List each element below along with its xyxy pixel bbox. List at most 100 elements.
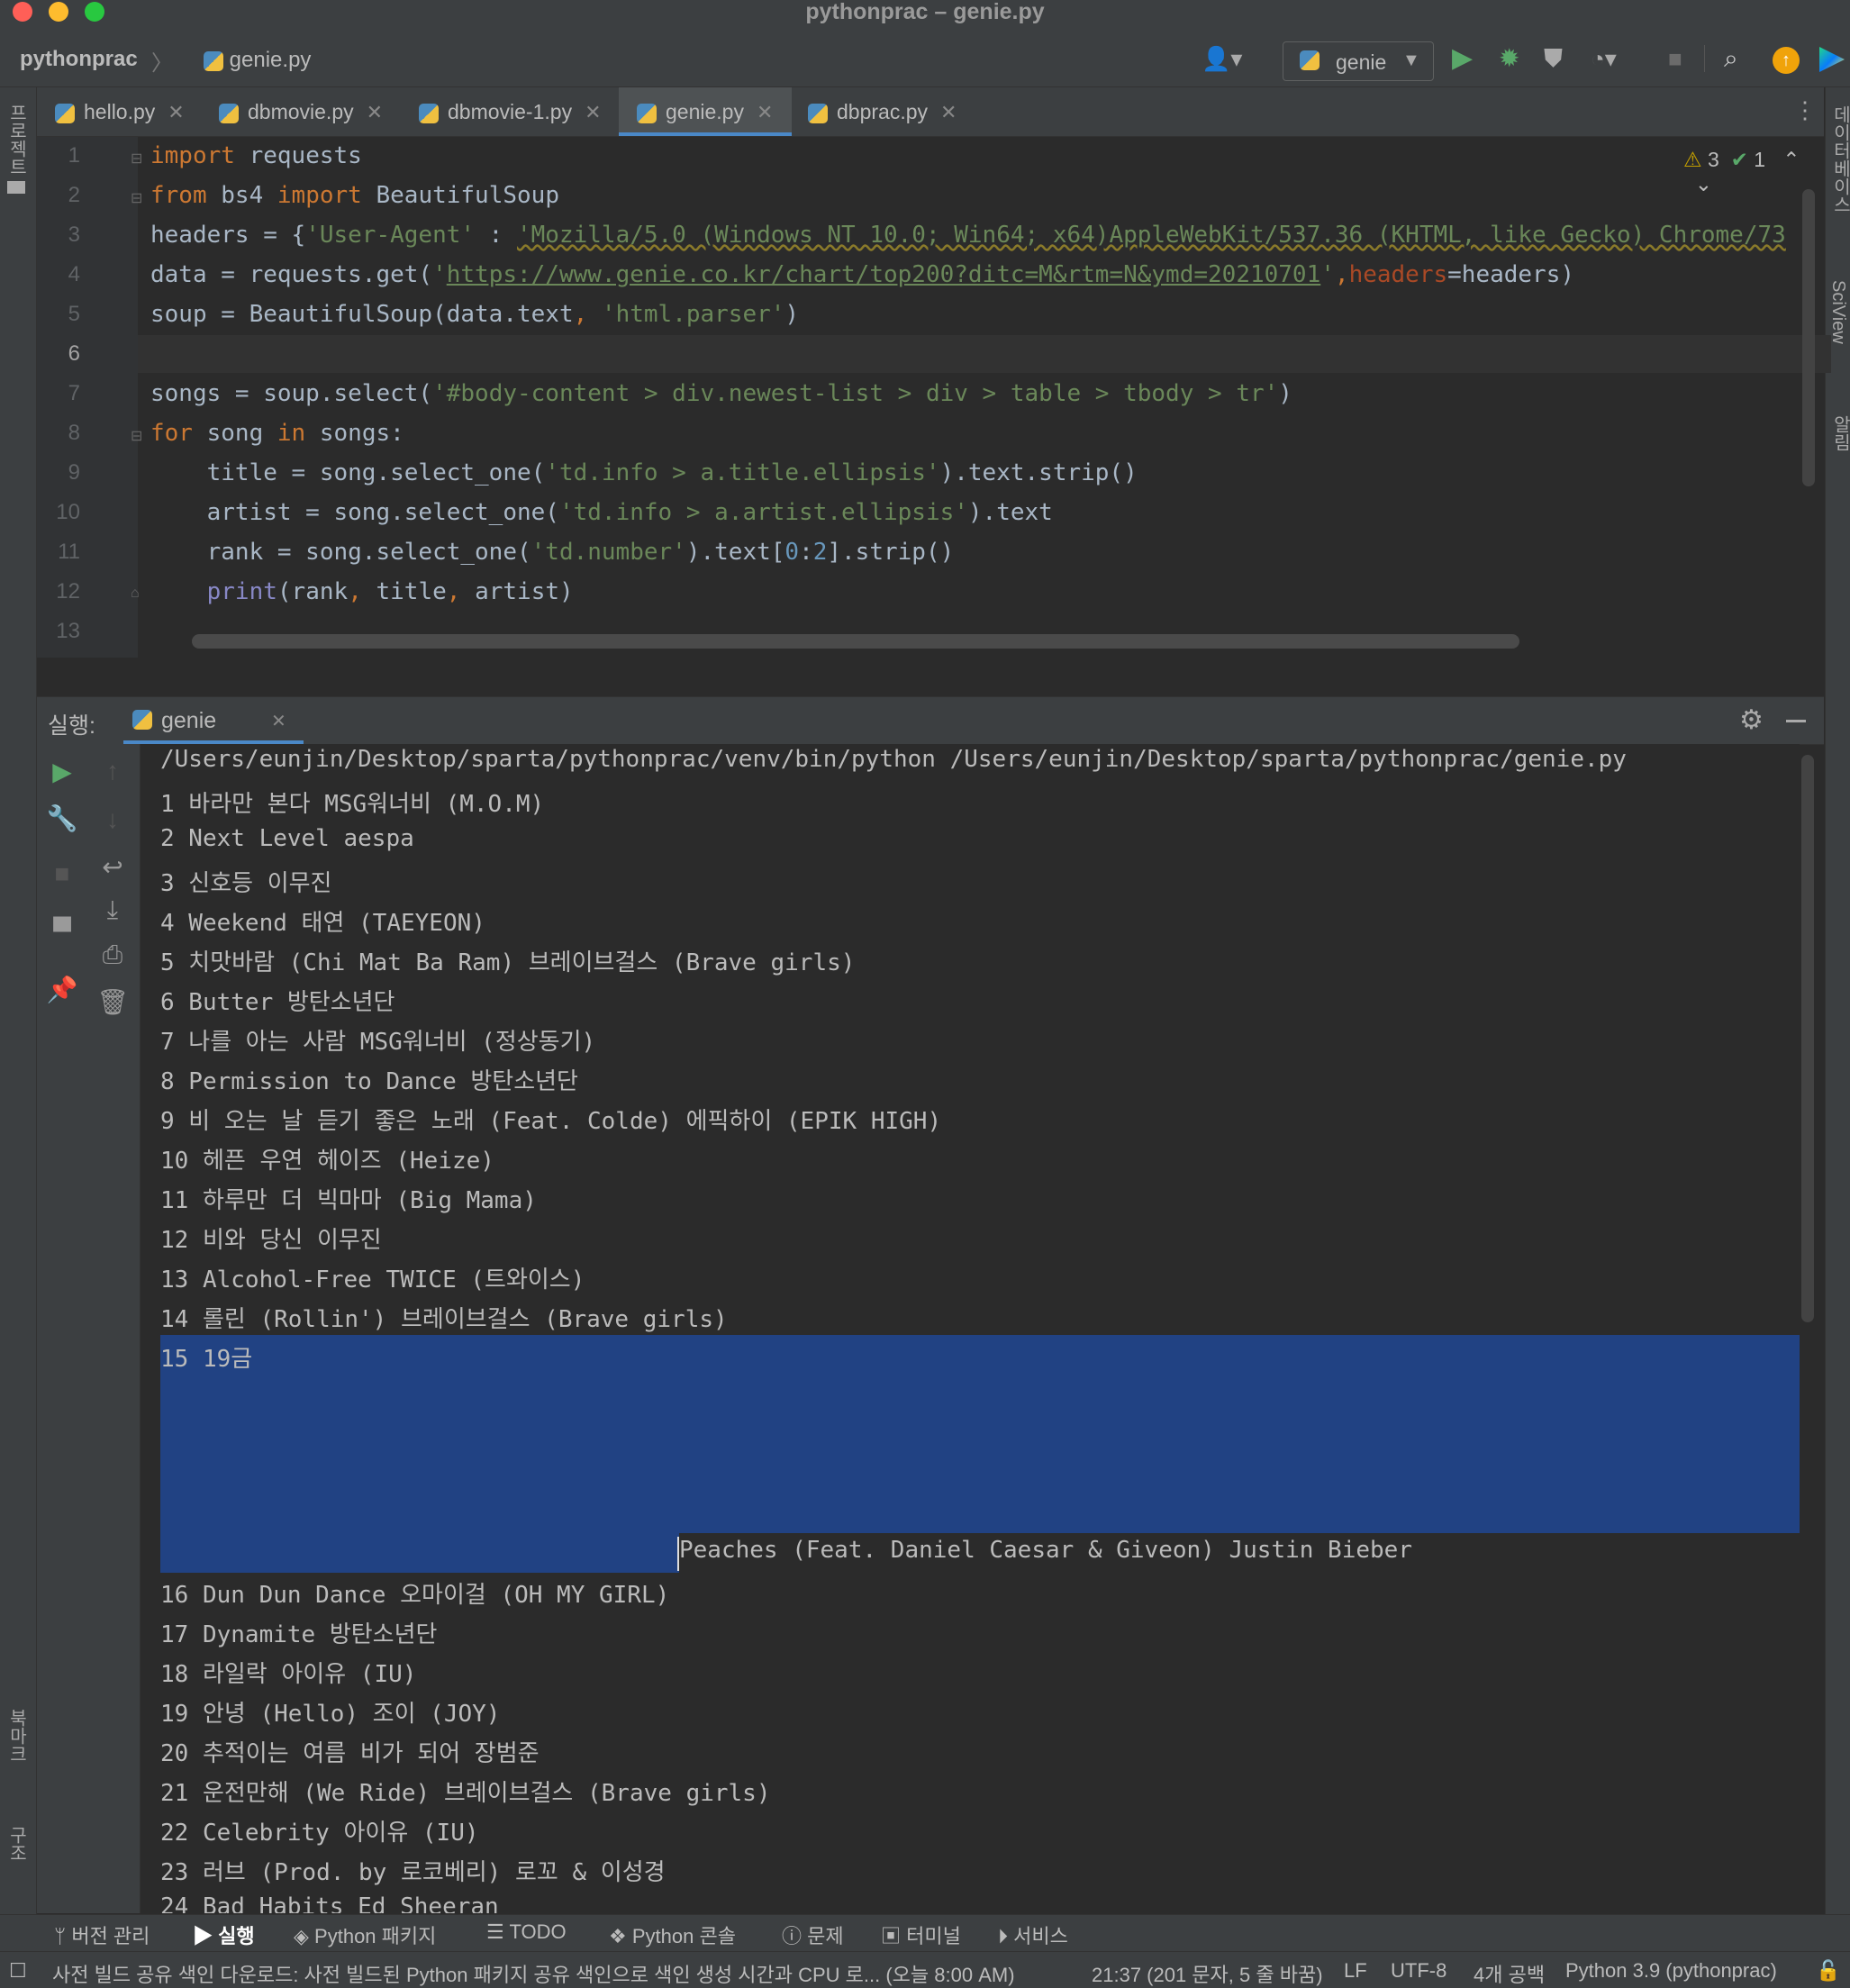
status-message[interactable]: 사전 빌드 공유 색인 다운로드: 사전 빌드된 Python 패키지 공유 색… — [52, 1959, 1015, 1988]
line-separator[interactable]: LF — [1344, 1959, 1367, 1983]
tab-label: hello.py — [84, 100, 156, 123]
navigation-bar: pythonprac 〉 genie.py 👤▾ genie ▼ ▶ ✹ ⛊ ◔… — [0, 27, 1850, 87]
soft-wrap-icon[interactable]: ↩ — [87, 852, 138, 882]
close-icon[interactable]: ✕ — [940, 101, 957, 123]
bookmarks-tool-button[interactable]: 북마크 — [4, 1709, 30, 1763]
tab-dbmovie[interactable]: dbmovie.py ✕ — [219, 87, 408, 136]
search-icon[interactable]: ⌕ — [1724, 43, 1738, 74]
horizontal-scrollbar[interactable] — [192, 634, 1519, 649]
breadcrumb-file[interactable]: genie.py — [204, 48, 311, 73]
python-icon — [132, 710, 152, 730]
console-line: 2 Next Level aespa — [160, 825, 414, 852]
run-tools-primary: ▶ 🔧 ■ ▀ 📌 — [37, 744, 87, 1913]
current-line-highlight — [138, 335, 1831, 373]
close-icon[interactable]: ✕ — [168, 101, 184, 123]
run-configuration-select[interactable]: genie ▼ — [1283, 41, 1434, 81]
code-line: title = song.select_one('td.info > a.tit… — [150, 459, 1138, 486]
console-line: 20 추적이는 여름 비가 되어 장범준 — [160, 1740, 540, 1767]
code-line: headers = {'User-Agent' : 'Mozilla/5.0 (… — [150, 222, 1786, 249]
tool-python-packages[interactable]: ◈ Python 패키지 — [294, 1920, 436, 1949]
console-line: 15 19금 — [160, 1346, 253, 1373]
tab-hello[interactable]: hello.py ✕ — [55, 87, 226, 136]
list-icon: ☰ — [486, 1920, 504, 1943]
console-line: 18 라일락 아이유 (IU) — [160, 1661, 417, 1688]
close-icon[interactable]: ✕ — [585, 101, 601, 123]
console-line: 14 롤린 (Rollin') 브레이브걸스 (Brave girls) — [160, 1306, 728, 1333]
tool-services[interactable]: ⏵ 서비스 — [998, 1920, 1068, 1949]
panel-toggle-icon[interactable]: ☐ — [9, 1959, 27, 1983]
notifications-tool-button[interactable]: 알림 — [1827, 415, 1850, 451]
more-tabs-icon[interactable]: ⋮ — [1793, 96, 1817, 124]
fold-icon[interactable]: ⊟ — [131, 189, 142, 207]
editor-tab-bar: hello.py ✕ dbmovie.py ✕ dbmovie-1.py ✕ geni… — [37, 87, 1824, 137]
update-icon[interactable]: ↑ — [1773, 47, 1800, 74]
code-line: print(rank, title, artist) — [206, 578, 574, 605]
project-tool-button[interactable]: 프로젝트 — [4, 104, 30, 176]
close-icon[interactable]: ✕ — [271, 710, 286, 732]
trash-icon[interactable]: 🗑 — [87, 987, 138, 1017]
stop-icon[interactable]: ■ — [37, 859, 87, 888]
console-line: 24 Bad Habits Ed Sheeran — [160, 1893, 499, 1913]
close-icon[interactable]: ✕ — [757, 101, 773, 123]
rerun-icon[interactable]: ▶ — [37, 757, 87, 786]
code-line: artist = song.select_one('td.info > a.ar… — [150, 499, 1053, 526]
tool-run[interactable]: ▶ 실행 — [193, 1920, 255, 1949]
tool-problems[interactable]: ⓘ 문제 — [782, 1920, 844, 1949]
user-icon[interactable]: 👤▾ — [1202, 43, 1242, 74]
python-file-icon — [55, 103, 75, 123]
tab-dbmovie-1[interactable]: dbmovie-1.py ✕ — [419, 87, 644, 136]
structure-tool-button[interactable]: 구조 — [4, 1826, 30, 1862]
caret-position[interactable]: 21:37 (201 문자, 5 줄 바꿈) — [1092, 1959, 1323, 1988]
run-console[interactable]: /Users/eunjin/Desktop/sparta/pythonprac/… — [141, 744, 1800, 1913]
database-tool-button[interactable]: 데이터베이스 — [1827, 105, 1850, 213]
file-encoding[interactable]: UTF-8 — [1391, 1959, 1446, 1983]
stop-icon[interactable]: ■ — [1668, 43, 1682, 74]
scroll-to-end-icon[interactable]: ⤓ — [87, 895, 138, 925]
warning-icon: ⚠ — [1683, 148, 1702, 171]
python-interpreter[interactable]: Python 3.9 (pythonprac) — [1565, 1959, 1777, 1983]
console-line: 12 비와 당신 이무진 — [160, 1227, 382, 1254]
chevron-up-icon[interactable]: ⌃ — [1782, 148, 1800, 171]
chevron-down-icon[interactable]: ⌄ — [1695, 172, 1712, 195]
run-tab-genie[interactable]: genie ✕ — [123, 697, 304, 744]
coverage-icon[interactable]: ⛊ — [1544, 43, 1563, 74]
close-icon[interactable]: ✕ — [367, 101, 383, 123]
indent-setting[interactable]: 4개 공백 — [1474, 1959, 1545, 1988]
line-number: 2 — [68, 183, 80, 207]
tool-version-control[interactable]: ᛘ 버전 관리 — [54, 1920, 150, 1949]
run-icon[interactable]: ▶ — [1452, 43, 1473, 74]
tab-genie[interactable]: genie.py ✕ — [619, 87, 792, 136]
code-line: data = requests.get('https://www.genie.c… — [150, 261, 1575, 288]
terminal-icon: ▣ — [881, 1925, 902, 1947]
arrow-up-icon[interactable]: ↑ — [87, 757, 138, 785]
console-scrollbar[interactable] — [1801, 755, 1814, 1322]
breadcrumb-project[interactable]: pythonprac — [20, 47, 138, 72]
warning-count: 3 — [1708, 148, 1719, 171]
print-icon[interactable]: ⎙ — [87, 940, 138, 970]
line-number: 5 — [68, 302, 80, 326]
inspection-widget[interactable]: ⚠ 3 ✔ 1 ⌃ ⌄ — [1683, 148, 1824, 196]
branch-icon: ᛘ — [54, 1925, 67, 1947]
fold-icon[interactable]: ⌂ — [131, 586, 140, 602]
debug-icon[interactable]: ✹ — [1499, 43, 1519, 74]
line-number: 8 — [68, 421, 80, 445]
fold-icon[interactable]: ⊟ — [131, 150, 142, 168]
fold-icon[interactable]: ⊟ — [131, 427, 142, 445]
console-line: 1 바라만 본다 MSG워너비 (M.O.M) — [160, 791, 545, 818]
tab-dbprac[interactable]: dbprac.py ✕ — [808, 87, 1006, 136]
arrow-down-icon[interactable]: ↓ — [87, 805, 138, 834]
tool-todo[interactable]: ☰ TODO — [486, 1920, 567, 1944]
gear-icon[interactable]: ⚙ — [1739, 704, 1764, 736]
vertical-scrollbar[interactable] — [1802, 189, 1815, 486]
minimize-icon[interactable] — [1786, 720, 1806, 722]
layout-icon[interactable]: ▀ — [37, 917, 87, 946]
console-line: 19 안녕 (Hello) 조이 (JOY) — [160, 1701, 501, 1728]
lock-icon[interactable]: 🔓 — [1816, 1959, 1840, 1983]
tool-python-console[interactable]: ❖ Python 콘솔 — [609, 1920, 736, 1949]
profile-icon[interactable]: ◔▾ — [1591, 43, 1617, 74]
wrench-icon[interactable]: 🔧 — [37, 803, 87, 833]
code-editor[interactable]: 1 2 3 4 5 6 7 8 9 10 11 12 13 ⊟ ⊟ ⊟ ⌂ im… — [37, 137, 1831, 658]
tool-terminal[interactable]: ▣ 터미널 — [881, 1920, 961, 1949]
pin-icon[interactable]: 📌 — [37, 975, 87, 1004]
plugin-icon[interactable] — [1819, 47, 1845, 72]
